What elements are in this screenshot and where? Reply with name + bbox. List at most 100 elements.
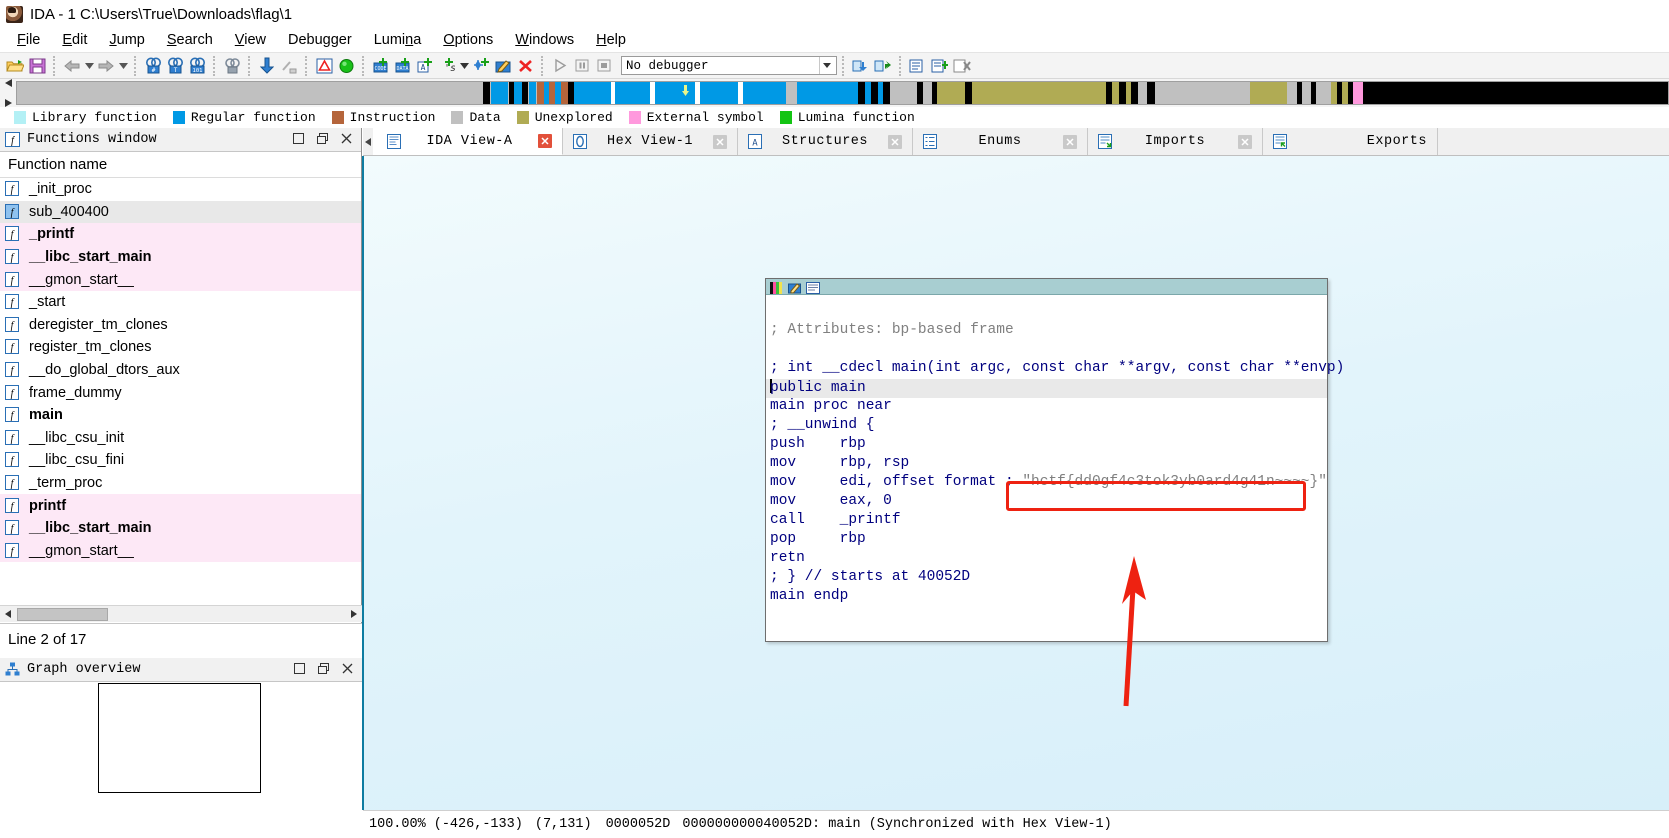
disassembly-line[interactable]: call _printf [766, 512, 1327, 531]
function-list-item[interactable]: f main [0, 404, 361, 427]
make-array-icon[interactable]: A [414, 55, 436, 76]
edit-node-icon[interactable] [788, 281, 802, 294]
menu-search[interactable]: Search [156, 30, 224, 50]
stop-icon[interactable] [593, 55, 615, 76]
functions-list[interactable]: f _init_proc f sub_400400 f _printf f __libc_st… [0, 178, 361, 563]
close-icon[interactable] [887, 134, 902, 149]
disassembly-line[interactable]: public main [766, 379, 1327, 398]
scrollbar-thumb[interactable] [17, 607, 108, 621]
navigation-band[interactable] [16, 81, 1669, 105]
function-list-item[interactable]: f __libc_start_main [0, 516, 361, 540]
run-icon[interactable] [549, 55, 571, 76]
lumina-del-icon[interactable] [951, 55, 973, 76]
back-dropdown-icon[interactable] [83, 55, 95, 76]
maximize-icon[interactable] [318, 663, 329, 676]
tab-imports[interactable]: Imports [1088, 128, 1263, 155]
make-code-icon[interactable]: CODE [370, 55, 392, 76]
ida-view-a-canvas[interactable]: ; Attributes: bp-based frame ; int __cdec… [363, 156, 1669, 810]
disassembly-line[interactable]: retn [766, 550, 1327, 569]
navband-scroll-arrows[interactable] [0, 79, 16, 107]
menu-debugger[interactable]: Debugger [277, 30, 363, 50]
make-struct-icon[interactable] [470, 55, 492, 76]
tab-hex-view-1[interactable]: Hex View-1 [563, 128, 738, 155]
disassembly-line[interactable]: mov rbp, rsp [766, 455, 1327, 474]
lumina-icon[interactable] [907, 55, 929, 76]
function-list-item[interactable]: f __libc_start_main [0, 245, 361, 269]
step-over-icon[interactable] [872, 55, 894, 76]
tab-structures[interactable]: A Structures [738, 128, 913, 155]
function-list-item[interactable]: f register_tm_clones [0, 336, 361, 359]
undefine-icon[interactable] [514, 55, 536, 76]
menu-lumina[interactable]: Lumina [363, 30, 433, 50]
function-list-item[interactable]: f _printf [0, 223, 361, 246]
close-icon[interactable] [712, 134, 727, 149]
function-list-item[interactable]: f deregister_tm_clones [0, 314, 361, 337]
function-list-item[interactable]: f sub_400400 [0, 200, 361, 224]
nav-right-icon[interactable] [4, 94, 12, 112]
tab-exports[interactable]: Exports [1263, 128, 1438, 155]
nav-left-icon[interactable] [4, 74, 12, 92]
graph-node-main[interactable]: ; Attributes: bp-based frame ; int __cdec… [765, 278, 1344, 642]
tab-enums[interactable]: Enums [913, 128, 1088, 155]
function-list-item[interactable]: f __gmon_start__ [0, 539, 361, 563]
disassembly-line[interactable]: ; Attributes: bp-based frame [766, 322, 1327, 341]
node-properties-icon[interactable] [806, 281, 820, 294]
disassembly-line[interactable]: pop rbp [766, 531, 1327, 550]
search-text-icon[interactable]: T [164, 55, 186, 76]
disassembly-line[interactable]: main endp [766, 588, 1327, 607]
restore-icon[interactable] [294, 663, 305, 676]
maximize-icon[interactable] [317, 133, 328, 146]
disassembly-line[interactable] [766, 341, 1327, 360]
jump-down-icon[interactable] [256, 55, 278, 76]
debugger-select[interactable]: No debugger [621, 56, 837, 75]
search-binary-icon[interactable] [221, 55, 243, 76]
function-list-item[interactable]: f printf [0, 494, 361, 517]
lumina-push-icon[interactable] [929, 55, 951, 76]
no-jump-icon[interactable] [278, 55, 300, 76]
disassembly-line[interactable]: ; __unwind { [766, 417, 1327, 436]
color-palette-icon[interactable] [770, 281, 784, 294]
vertical-splitter[interactable] [362, 156, 364, 810]
graph-overview-canvas[interactable] [98, 683, 261, 793]
menu-windows[interactable]: Windows [504, 30, 585, 50]
close-icon[interactable] [341, 133, 352, 146]
forward-dropdown-icon[interactable] [117, 55, 129, 76]
search-sequence-icon[interactable]: 101 [186, 55, 208, 76]
tab-scroll-left-icon[interactable] [363, 128, 373, 155]
make-string-icon[interactable]: 's' [436, 55, 458, 76]
function-list-item[interactable]: f _start [0, 291, 361, 314]
functions-horizontal-scrollbar[interactable] [0, 605, 362, 622]
edit-function-icon[interactable] [492, 55, 514, 76]
tab-ida-view-a[interactable]: IDA View-A [373, 128, 563, 155]
menu-edit[interactable]: Edit [51, 30, 98, 50]
make-data-icon[interactable]: DATA [392, 55, 414, 76]
search-hex-icon[interactable]: # [142, 55, 164, 76]
close-icon[interactable] [537, 134, 552, 148]
function-list-item[interactable]: f __libc_csu_fini [0, 449, 361, 472]
back-arrow-icon[interactable] [61, 55, 83, 76]
disassembly-line[interactable]: ; int __cdecl main(int argc, const char … [766, 360, 1344, 379]
step-into-icon[interactable] [850, 55, 872, 76]
disassembly-line[interactable]: push rbp [766, 436, 1327, 455]
function-list-item[interactable]: f __libc_csu_init [0, 427, 361, 450]
close-icon[interactable] [1238, 134, 1252, 149]
scroll-left-icon[interactable] [0, 607, 16, 622]
forward-arrow-icon[interactable] [95, 55, 117, 76]
pause-icon[interactable] [571, 55, 593, 76]
menu-help[interactable]: Help [585, 30, 637, 50]
menu-view[interactable]: View [224, 30, 277, 50]
restore-icon[interactable] [293, 133, 304, 146]
string-dropdown-icon[interactable] [458, 55, 470, 76]
function-list-item[interactable]: f _init_proc [0, 178, 361, 201]
functions-column-header[interactable]: Function name [0, 152, 361, 178]
disassembly-line[interactable]: main proc near [766, 398, 1327, 417]
function-list-item[interactable]: f __do_global_dtors_aux [0, 359, 361, 382]
function-list-item[interactable]: f __gmon_start__ [0, 268, 361, 291]
save-icon[interactable] [26, 55, 48, 76]
close-icon[interactable] [342, 663, 353, 676]
function-list-item[interactable]: f frame_dummy [0, 381, 361, 404]
warning-icon[interactable] [313, 55, 335, 76]
open-file-icon[interactable] [4, 55, 26, 76]
close-icon[interactable] [1062, 134, 1077, 149]
run-to-icon[interactable] [335, 55, 357, 76]
